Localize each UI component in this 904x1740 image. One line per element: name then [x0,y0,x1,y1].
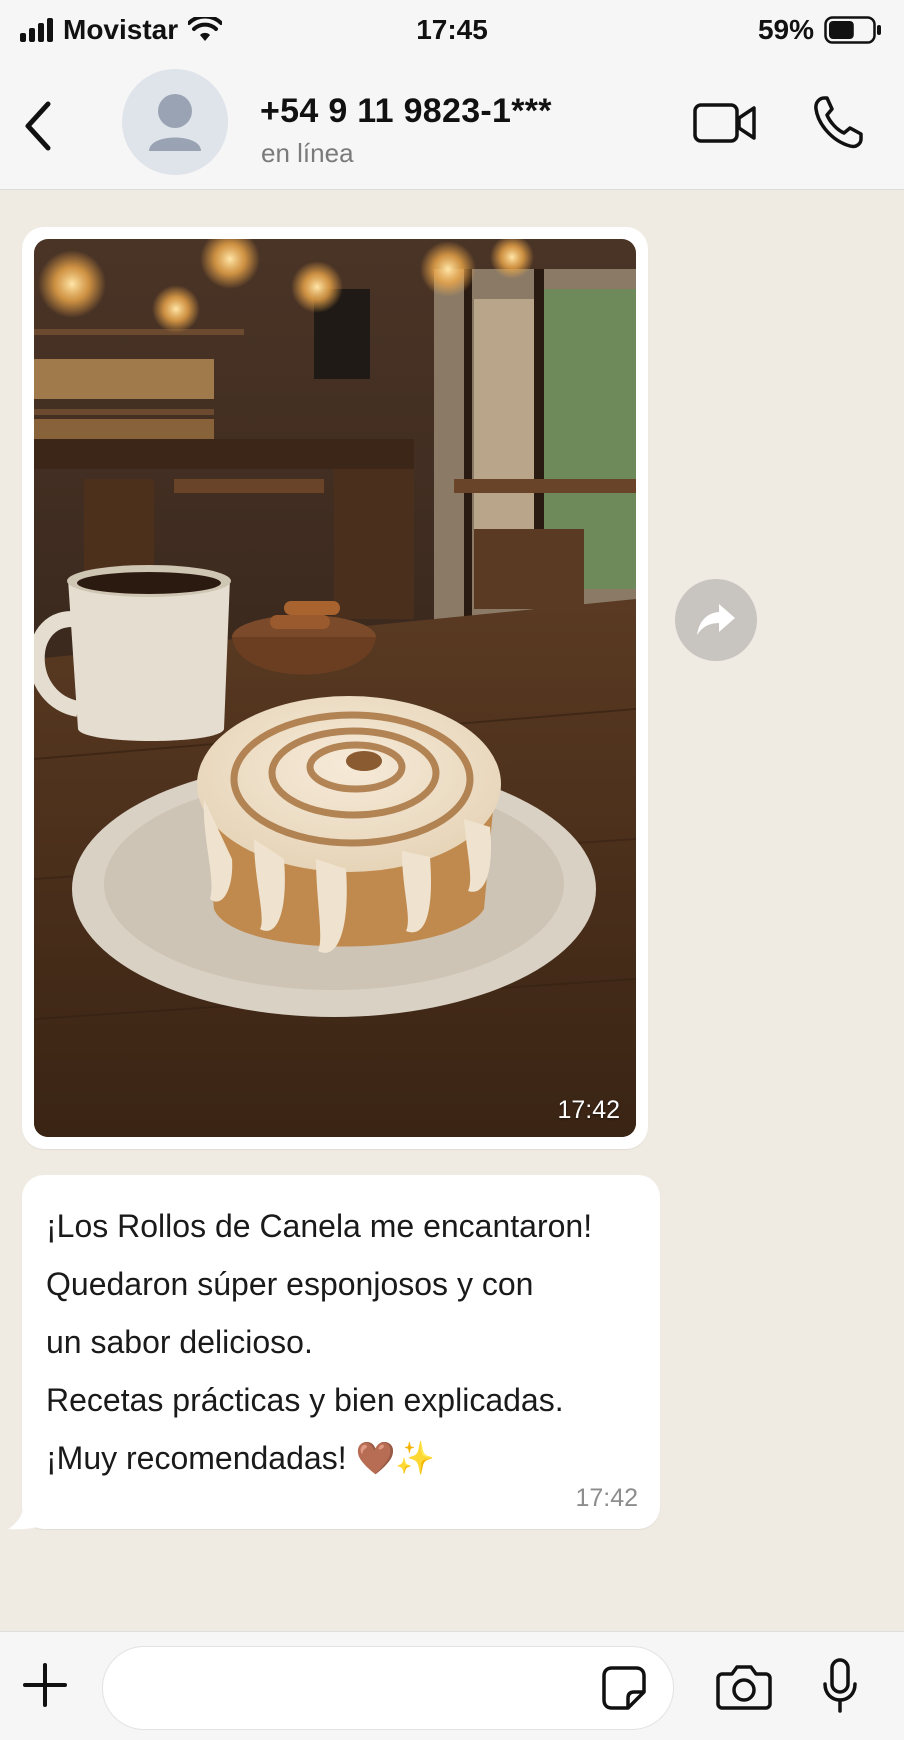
contact-name[interactable]: +54 9 11 9823-1*** [260,92,552,131]
forward-button[interactable] [675,579,757,661]
image-timestamp: 17:42 [557,1096,620,1124]
message-line: Recetas prácticas y bien explicadas. [46,1382,564,1418]
back-button[interactable] [18,98,58,154]
video-call-button[interactable] [692,98,758,148]
message-timestamp: 17:42 [575,1484,638,1512]
phone-icon [814,96,863,149]
message-line: Quedaron súper esponjosos y con [46,1266,534,1302]
back-icon [25,101,51,151]
image-message-bubble[interactable]: 17:42 [22,227,648,1149]
battery-icon [824,16,881,44]
plus-icon [23,1663,67,1707]
status-right: 59% [758,14,882,46]
camera-button[interactable] [716,1662,772,1712]
text-message-bubble[interactable]: ¡Los Rollos de Canela me encantaron! Que… [22,1175,660,1529]
sticker-button[interactable] [600,1664,648,1712]
chat-header: +54 9 11 9823-1*** en línea [0,62,904,190]
photo-image [34,239,636,1137]
avatar-icon [149,94,201,151]
cinnamon-roll-photo[interactable]: 17:42 [34,239,636,1137]
camera-icon [716,1665,772,1710]
status-bar: Movistar 17:45 59% [0,0,904,62]
attach-button[interactable] [22,1662,68,1708]
message-line: ¡Muy recomendadas! 🤎✨ [46,1440,436,1476]
battery-percent: 59% [757,14,814,45]
message-line: ¡Los Rollos de Canela me encantaron! [46,1208,593,1244]
contact-status: en línea [261,138,354,168]
microphone-icon [823,1658,857,1713]
bubble-tail [8,1503,38,1530]
voice-call-button[interactable] [810,92,866,152]
microphone-button[interactable] [822,1658,858,1714]
video-camera-icon [693,103,756,143]
message-line: un sabor delicioso. [46,1324,313,1360]
forward-icon [697,604,735,635]
input-bar [0,1631,904,1740]
avatar[interactable] [122,69,228,175]
sticker-icon [602,1666,646,1710]
chat-area[interactable]: 17:42 ¡Los Rollos de Canela me encantaro… [0,191,904,1631]
message-input[interactable] [102,1646,674,1730]
